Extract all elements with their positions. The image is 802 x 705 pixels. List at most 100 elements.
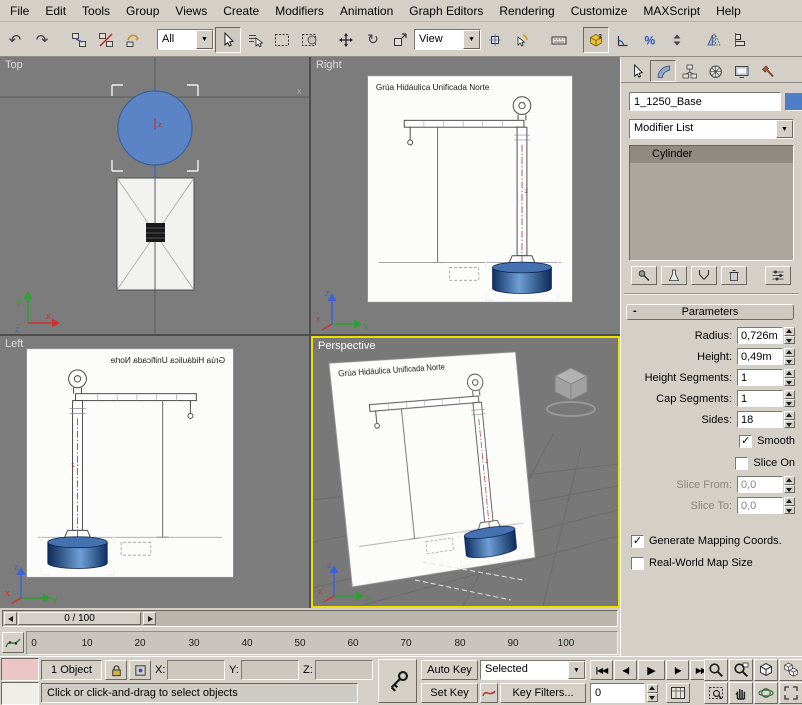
parameters-rollout-header[interactable]: - Parameters (626, 304, 794, 320)
cap-segments-field[interactable] (737, 390, 783, 407)
time-slider-track[interactable]: 0 / 100 (2, 610, 618, 627)
x-coord-field[interactable] (167, 660, 225, 680)
previous-frame-button[interactable]: ◀| (614, 660, 637, 680)
select-and-scale-button[interactable] (387, 27, 413, 53)
unlink-selection-button[interactable] (93, 27, 119, 53)
select-by-name-button[interactable] (242, 27, 268, 53)
stack-item-cylinder[interactable]: Cylinder (630, 146, 793, 163)
configure-modifier-sets-button[interactable] (765, 266, 791, 285)
reference-coordinate-system-dropdown[interactable]: View▼ (414, 29, 481, 50)
show-end-result-button[interactable] (661, 266, 687, 285)
rectangular-selection-region-button[interactable] (269, 27, 295, 53)
zoom-button[interactable] (704, 659, 728, 681)
sides-field[interactable] (737, 411, 783, 428)
menu-help[interactable]: Help (708, 1, 749, 21)
go-to-start-button[interactable]: |◀◀ (590, 660, 613, 680)
tab-modify[interactable] (650, 60, 676, 82)
modifier-stack[interactable]: Cylinder (629, 145, 794, 261)
height-segments-field[interactable] (737, 369, 783, 386)
menu-animation[interactable]: Animation (332, 1, 401, 21)
snaps-toggle-button[interactable]: 3 (583, 27, 609, 53)
viewport-left[interactable]: Left (0, 336, 309, 608)
cap-segments-spinner[interactable] (784, 390, 795, 407)
tab-hierarchy[interactable] (676, 60, 702, 82)
zoom-all-button[interactable] (729, 659, 753, 681)
sides-spinner[interactable] (784, 411, 795, 428)
menu-modifiers[interactable]: Modifiers (267, 1, 332, 21)
menu-graph-editors[interactable]: Graph Editors (401, 1, 491, 21)
slice-to-spinner[interactable] (784, 497, 795, 514)
height-segments-spinner[interactable] (784, 369, 795, 386)
select-object-button[interactable] (215, 27, 241, 53)
menu-views[interactable]: Views (167, 1, 215, 21)
menu-file[interactable]: File (2, 1, 37, 21)
tab-create[interactable] (624, 60, 650, 82)
menu-tools[interactable]: Tools (74, 1, 118, 21)
radius-field[interactable] (737, 327, 783, 344)
slice-from-spinner[interactable] (784, 476, 795, 493)
key-filters-button[interactable]: Key Filters... (500, 683, 586, 703)
absolute-offset-mode-toggle[interactable] (129, 660, 151, 680)
z-coord-field[interactable] (315, 660, 373, 680)
viewport-top[interactable]: Top x z y x z (0, 57, 309, 334)
viewport-top-label[interactable]: Top (5, 59, 23, 71)
time-slider-handle[interactable]: 0 / 100 (18, 612, 141, 625)
slice-to-field[interactable] (737, 497, 783, 514)
menu-edit[interactable]: Edit (37, 1, 74, 21)
object-color-swatch[interactable] (785, 93, 802, 111)
chevron-down-icon[interactable]: ▼ (776, 120, 793, 138)
viewport-right-label[interactable]: Right (316, 59, 342, 71)
chevron-down-icon[interactable]: ▼ (463, 30, 480, 49)
next-frame-button[interactable]: |▶ (666, 660, 689, 680)
pin-stack-button[interactable] (631, 266, 657, 285)
viewport-perspective-active[interactable]: Perspective (311, 336, 620, 608)
maxscript-mini-listener-bottom[interactable] (1, 682, 39, 705)
align-button[interactable] (728, 27, 754, 53)
zoom-extents-all-button[interactable] (779, 659, 802, 681)
time-configuration-button[interactable] (666, 683, 690, 703)
object-name-field[interactable] (629, 92, 781, 111)
view-navigation-gizmo[interactable] (538, 362, 604, 420)
selection-filter-dropdown[interactable]: All▼ (157, 29, 214, 50)
percent-snap-toggle[interactable]: % (637, 27, 663, 53)
window-crossing-toggle[interactable] (296, 27, 322, 53)
selection-lock-toggle[interactable] (105, 660, 127, 680)
select-and-manipulate-button[interactable] (509, 27, 535, 53)
real-world-checkbox[interactable] (631, 557, 644, 570)
select-and-rotate-button[interactable]: ↻ (360, 27, 386, 53)
maxscript-mini-listener-top[interactable] (1, 658, 39, 681)
height-field[interactable] (737, 348, 783, 365)
top-viewport-canvas[interactable]: x z y x z (0, 57, 309, 334)
remove-modifier-button[interactable] (721, 266, 747, 285)
time-step-forward-button[interactable] (143, 612, 156, 625)
viewport-left-label[interactable]: Left (5, 338, 23, 350)
chevron-down-icon[interactable]: ▼ (196, 30, 213, 49)
slice-from-field[interactable] (737, 476, 783, 493)
slice-on-checkbox[interactable] (735, 457, 748, 470)
zoom-region-button[interactable] (704, 682, 728, 704)
make-unique-button[interactable] (691, 266, 717, 285)
tab-utilities[interactable] (754, 60, 780, 82)
tab-display[interactable] (728, 60, 754, 82)
chevron-down-icon[interactable]: ▼ (568, 661, 585, 679)
set-key-button[interactable]: Set Key (421, 683, 478, 703)
menu-rendering[interactable]: Rendering (491, 1, 562, 21)
mirror-button[interactable] (701, 27, 727, 53)
key-mode-dropdown[interactable]: Selected ▼ (480, 660, 586, 680)
min-max-toggle-button[interactable] (779, 682, 802, 704)
menu-group[interactable]: Group (118, 1, 167, 21)
undo-button[interactable]: ↶ (2, 27, 28, 53)
set-keys-button[interactable] (378, 659, 417, 703)
new-key-default-in-out-toggle[interactable] (480, 683, 498, 703)
viewport-right[interactable]: Right (311, 57, 620, 334)
keyboard-shortcut-override-toggle[interactable] (546, 27, 572, 53)
zoom-extents-button[interactable] (754, 659, 778, 681)
modifier-list-dropdown[interactable]: Modifier List ▼ (629, 119, 794, 139)
angle-snap-toggle[interactable] (610, 27, 636, 53)
redo-button[interactable]: ↷ (29, 27, 55, 53)
use-pivot-point-center-button[interactable] (482, 27, 508, 53)
select-and-move-button[interactable] (333, 27, 359, 53)
pan-button[interactable] (729, 682, 753, 704)
generate-mapping-checkbox[interactable]: ✓ (631, 535, 644, 548)
viewport-perspective-label[interactable]: Perspective (318, 340, 375, 352)
